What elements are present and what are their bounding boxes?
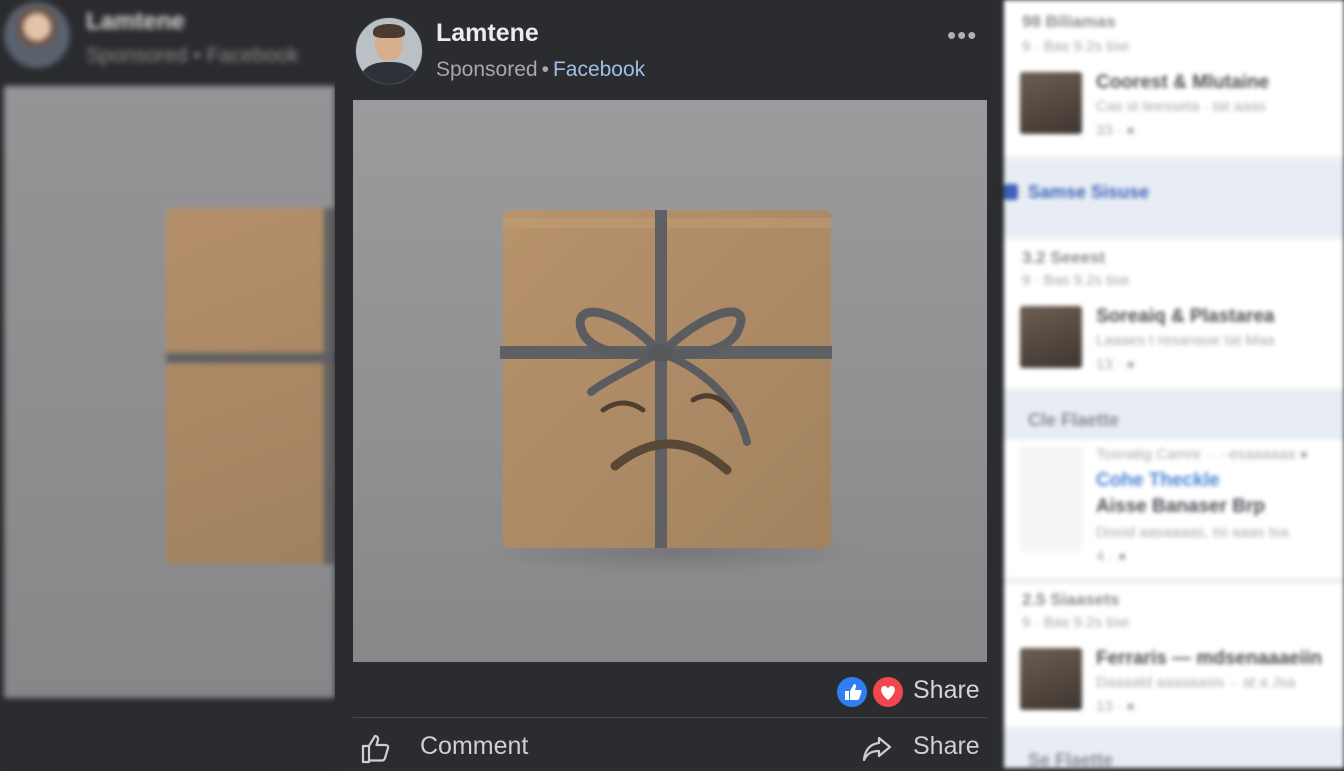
feed-section-band[interactable]: Samse Sisuse: [1004, 162, 1344, 234]
feed-thumbnail: [1020, 72, 1082, 134]
author-avatar[interactable]: [355, 17, 423, 85]
feed-card[interactable]: 2.5 Siaasets 9 · Bas 9.2s tise Ferraris …: [1004, 584, 1344, 726]
love-icon: [871, 675, 905, 709]
more-options-icon[interactable]: •••: [947, 20, 977, 51]
left-post-image: [4, 86, 335, 698]
right-feed: 98 Biliamas 9 · Bas 9.2s tise Coorest & …: [1004, 0, 1344, 768]
feed-card[interactable]: Tosnatig Camre ·· ··esaaaaaa ● Cohe Thec…: [1004, 440, 1344, 578]
left-sponsored-text: Sponsored • Facebook: [86, 44, 299, 67]
comment-button[interactable]: Comment: [420, 732, 528, 761]
feed-section-band[interactable]: Cle Flaette: [1004, 392, 1344, 444]
share-count-label[interactable]: Share: [913, 676, 980, 705]
feed-card[interactable]: 98 Biliamas 9 · Bas 9.2s tise Coorest & …: [1004, 0, 1344, 156]
action-divider: [353, 717, 987, 718]
sponsored-post: Lamtene Sponsored • Facebook ••• Share C…: [335, 0, 1004, 768]
share-arrow-icon[interactable]: [861, 732, 893, 764]
meta-separator: •: [541, 58, 549, 81]
post-image[interactable]: [353, 100, 987, 662]
left-gift-box: [166, 208, 335, 564]
left-avatar: [4, 2, 70, 68]
platform-link[interactable]: Facebook: [553, 58, 645, 81]
left-author-name: Lamtene: [86, 8, 185, 35]
like-icon: [835, 675, 869, 709]
thumbs-up-icon: [361, 734, 390, 764]
like-button[interactable]: [359, 730, 395, 766]
left-backdrop: Lamtene Sponsored • Facebook: [0, 0, 335, 768]
feed-thumbnail: [1020, 306, 1082, 368]
feed-card[interactable]: 3.2 Seeest 9 · Bas 9.2s tise Soreaiq & P…: [1004, 240, 1344, 388]
post-meta: Sponsored • Facebook: [436, 58, 645, 82]
feed-thumbnail: [1020, 446, 1082, 552]
feed-thumbnail: [1020, 648, 1082, 710]
feed-section-band[interactable]: Se Flaette: [1004, 732, 1344, 768]
share-button[interactable]: Share: [913, 732, 980, 761]
sponsored-label: Sponsored: [436, 58, 538, 81]
author-name[interactable]: Lamtene: [436, 19, 539, 48]
sad-gift-box-illustration: [483, 210, 863, 574]
page-icon: [1004, 184, 1018, 200]
